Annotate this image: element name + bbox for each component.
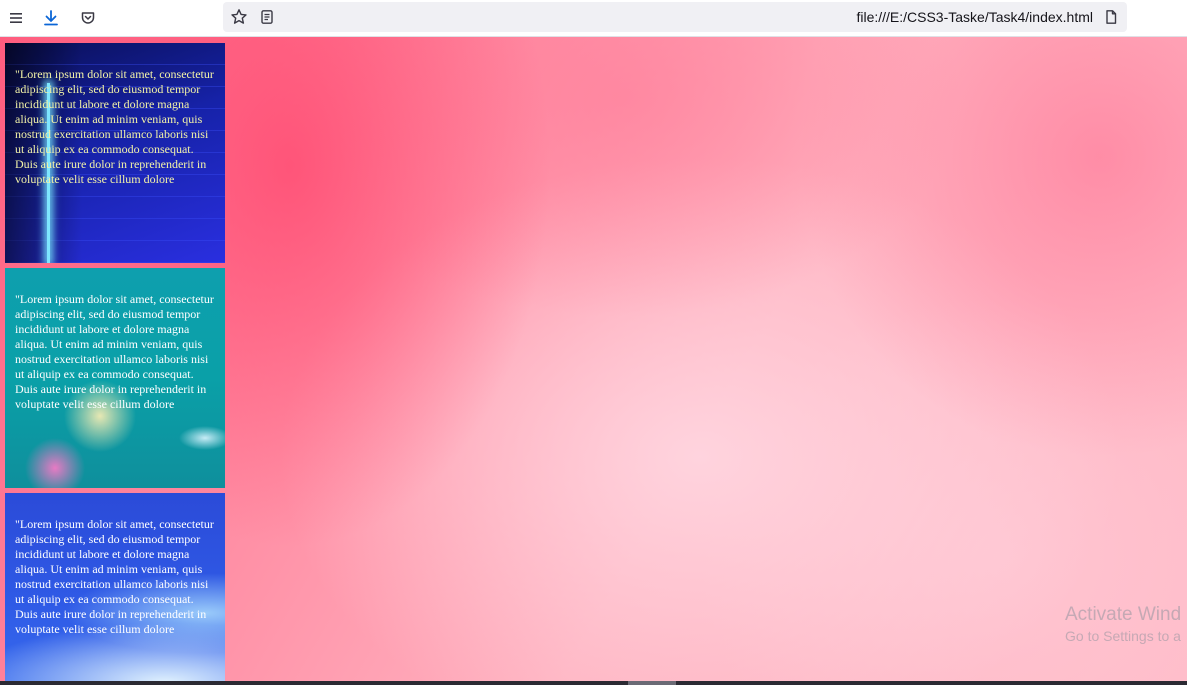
download-icon[interactable]: [39, 6, 63, 30]
card-3: "Lorem ipsum dolor sit amet, consectetur…: [5, 493, 225, 681]
card-text: "Lorem ipsum dolor sit amet, consectetur…: [15, 517, 214, 636]
pocket-icon[interactable]: [76, 6, 100, 30]
menu-icon[interactable]: [4, 6, 28, 30]
url-text[interactable]: file:///E:/CSS3-Taske/Task4/index.html: [856, 2, 1093, 32]
card-text: "Lorem ipsum dolor sit amet, consectetur…: [15, 292, 214, 411]
card-text: "Lorem ipsum dolor sit amet, consectetur…: [15, 67, 214, 186]
activation-watermark: Activate Wind Go to Settings to a: [1065, 603, 1181, 645]
url-bar[interactable]: file:///E:/CSS3-Taske/Task4/index.html: [223, 2, 1127, 32]
card-2: "Lorem ipsum dolor sit amet, consectetur…: [5, 268, 225, 488]
star-icon[interactable]: [227, 5, 251, 29]
taskbar-strip: [0, 681, 1187, 685]
scrollbar-thumb[interactable]: [628, 681, 676, 685]
card-1: "Lorem ipsum dolor sit amet, consectetur…: [5, 43, 225, 263]
page-icon[interactable]: [1099, 5, 1123, 29]
reader-view-icon[interactable]: [255, 5, 279, 29]
watermark-title: Activate Wind: [1065, 604, 1182, 625]
page-content: "Lorem ipsum dolor sit amet, consectetur…: [0, 37, 1187, 681]
browser-toolbar: file:///E:/CSS3-Taske/Task4/index.html: [0, 0, 1187, 37]
watermark-subtitle: Go to Settings to a: [1065, 628, 1181, 644]
